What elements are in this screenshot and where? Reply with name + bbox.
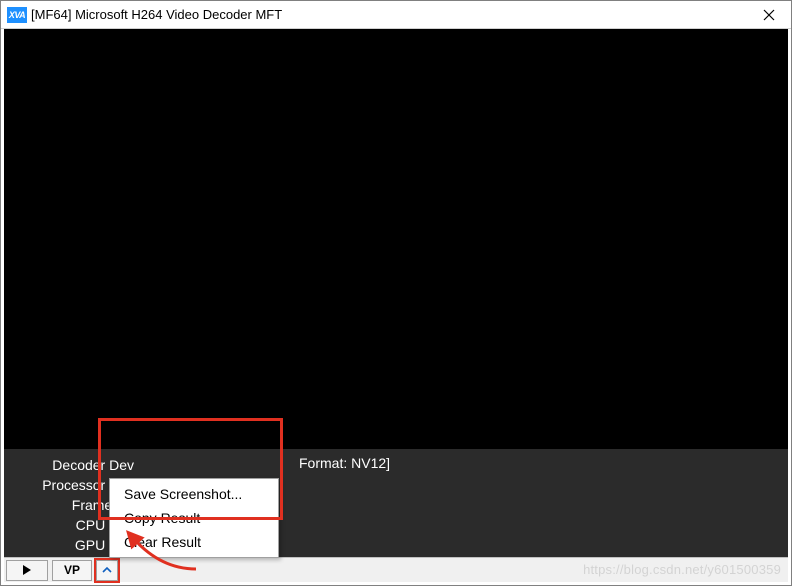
vp-button[interactable]: VP [52, 560, 92, 581]
titlebar: XVA [MF64] Microsoft H264 Video Decoder … [1, 1, 791, 29]
context-menu: Save Screenshot... Copy Result Clear Res… [109, 478, 279, 558]
format-text: Format: NV12] [299, 455, 390, 471]
chevron-up-icon [102, 565, 112, 575]
close-icon [763, 9, 775, 21]
watermark: https://blog.csdn.net/y601500359 [583, 562, 781, 577]
close-button[interactable] [746, 1, 791, 29]
play-button[interactable] [6, 560, 48, 581]
menu-save-screenshot[interactable]: Save Screenshot... [112, 482, 276, 506]
menu-copy-result[interactable]: Copy Result [112, 506, 276, 530]
video-canvas [4, 29, 788, 449]
expand-button[interactable] [96, 560, 118, 581]
app-icon: XVA [7, 7, 27, 23]
info-row-decoder: Decoder Dev [14, 455, 778, 475]
info-label: Decoder Dev [14, 455, 134, 475]
play-icon [22, 565, 32, 575]
window-title: [MF64] Microsoft H264 Video Decoder MFT [31, 7, 282, 22]
menu-clear-result[interactable]: Clear Result [112, 530, 276, 554]
